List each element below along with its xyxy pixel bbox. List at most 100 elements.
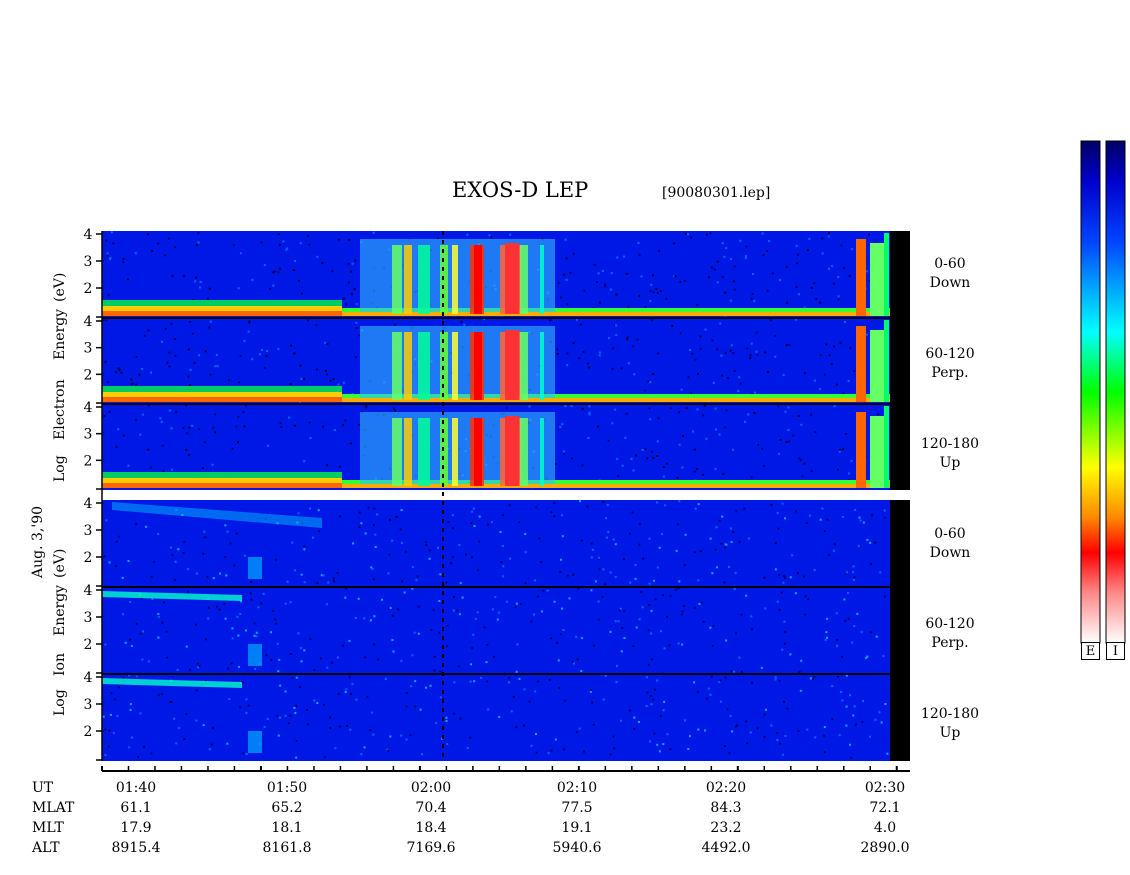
noise-pixel xyxy=(810,469,813,472)
noise-pixel xyxy=(716,566,718,569)
noise-pixel xyxy=(647,663,650,666)
noise-pixel xyxy=(262,592,265,595)
noise-pixel xyxy=(530,744,533,747)
pitch-angle: 60-120 xyxy=(925,346,975,362)
noise-pixel xyxy=(347,263,350,266)
noise-pixel xyxy=(284,602,287,605)
noise-pixel xyxy=(416,575,419,578)
noise-pixel xyxy=(694,507,697,510)
noise-pixel xyxy=(230,662,233,665)
noise-pixel xyxy=(725,247,728,250)
noise-pixel xyxy=(719,322,722,325)
noise-pixel xyxy=(260,602,263,605)
noise-pixel xyxy=(333,429,336,432)
noise-pixel xyxy=(319,657,322,660)
aurora-column xyxy=(540,418,544,486)
noise-pixel xyxy=(528,700,531,703)
noise-pixel xyxy=(108,410,111,413)
noise-pixel xyxy=(663,700,666,703)
noise-pixel xyxy=(851,247,854,250)
noise-pixel xyxy=(189,321,192,323)
noise-pixel xyxy=(170,427,173,430)
noise-pixel xyxy=(798,293,801,296)
noise-pixel xyxy=(729,527,732,530)
noise-pixel xyxy=(409,734,412,736)
noise-pixel xyxy=(701,601,704,604)
noise-pixel xyxy=(714,407,717,410)
noise-pixel xyxy=(346,725,348,728)
noise-pixel xyxy=(182,427,185,430)
noise-pixel xyxy=(883,509,886,512)
noise-pixel xyxy=(723,255,726,258)
noise-pixel xyxy=(687,376,690,379)
noise-pixel xyxy=(592,723,595,726)
y-tick-label: 3 xyxy=(84,697,93,713)
noise-pixel xyxy=(300,660,303,663)
noise-pixel xyxy=(146,233,149,236)
noise-pixel xyxy=(326,342,329,345)
ephemeris-value: 70.4 xyxy=(415,800,447,816)
noise-pixel xyxy=(135,383,138,386)
noise-pixel xyxy=(497,611,500,614)
noise-pixel xyxy=(369,619,372,622)
y-tick-label: 2 xyxy=(84,550,93,566)
noise-pixel xyxy=(831,265,834,268)
noise-pixel xyxy=(272,284,275,287)
noise-pixel xyxy=(652,373,655,375)
noise-pixel xyxy=(524,532,527,535)
noise-pixel xyxy=(201,467,204,470)
noise-pixel xyxy=(195,623,198,626)
noise-pixel xyxy=(825,343,828,346)
noise-pixel xyxy=(828,554,831,557)
noise-pixel xyxy=(492,655,495,658)
noise-pixel xyxy=(251,358,254,361)
electron-ylabel-2: Energy xyxy=(52,308,68,360)
y-tick-label: 4 xyxy=(84,583,93,599)
noise-pixel xyxy=(389,735,392,738)
noise-pixel xyxy=(370,711,373,714)
noise-pixel xyxy=(837,295,840,298)
noise-pixel xyxy=(197,232,200,235)
noise-pixel xyxy=(193,362,196,364)
noise-pixel xyxy=(832,549,835,552)
noise-pixel xyxy=(177,548,180,551)
noise-pixel xyxy=(819,388,822,391)
noise-pixel xyxy=(176,668,179,671)
noise-pixel xyxy=(657,417,660,420)
noise-pixel xyxy=(253,634,256,637)
noise-pixel xyxy=(473,680,476,683)
noise-pixel xyxy=(778,574,781,576)
noise-pixel xyxy=(458,543,461,546)
noise-pixel xyxy=(171,275,174,278)
noise-pixel xyxy=(270,631,272,634)
noise-pixel xyxy=(216,365,219,368)
y-tick-label: 4 xyxy=(84,670,93,686)
noise-pixel xyxy=(786,301,788,304)
noise-pixel xyxy=(598,568,601,571)
electron-ylabel-3: (eV) xyxy=(52,272,68,302)
noise-pixel xyxy=(421,753,424,756)
ephemeris-value: 01:40 xyxy=(115,780,157,796)
noise-pixel xyxy=(703,405,706,408)
noise-pixel xyxy=(400,734,403,737)
noise-pixel xyxy=(388,553,391,556)
noise-pixel xyxy=(212,426,215,429)
noise-pixel xyxy=(238,381,241,384)
noise-pixel xyxy=(781,648,784,651)
pitch-angle: 60-120 xyxy=(925,616,975,632)
noise-pixel xyxy=(515,725,518,728)
noise-pixel xyxy=(810,413,812,416)
noise-pixel xyxy=(415,579,418,582)
noise-pixel xyxy=(198,428,201,431)
noise-pixel xyxy=(293,569,296,572)
noise-pixel xyxy=(470,663,473,666)
ion-ylabel-2: Energy xyxy=(52,584,68,636)
noise-pixel xyxy=(553,515,556,518)
noise-pixel xyxy=(355,303,358,306)
noise-pixel xyxy=(142,630,144,633)
noise-pixel xyxy=(109,713,112,716)
noise-pixel xyxy=(491,608,494,611)
noise-pixel xyxy=(833,543,836,546)
noise-pixel xyxy=(789,576,792,579)
noise-pixel xyxy=(250,581,252,584)
